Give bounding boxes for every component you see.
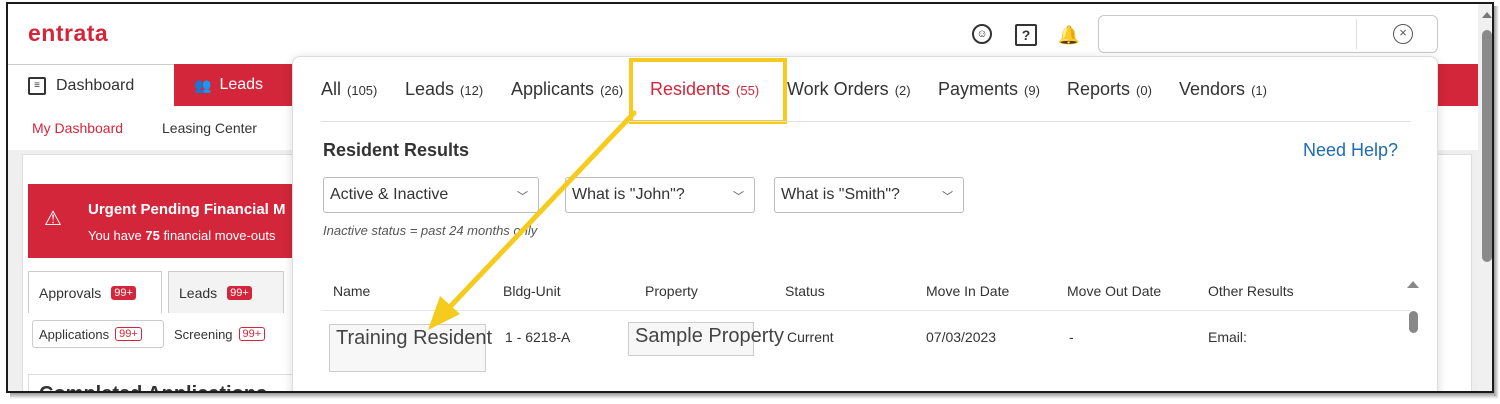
- tab-reports-label: Reports: [1067, 79, 1131, 99]
- residents-tab-highlight: [629, 58, 787, 124]
- column-header-move-in-date[interactable]: Move In Date: [926, 283, 1009, 299]
- tab-work-orders[interactable]: Work Orders (2): [787, 79, 911, 100]
- tab-payments-count: (9): [1024, 83, 1040, 98]
- column-header-other-results[interactable]: Other Results: [1208, 283, 1294, 299]
- dashboard-icon: ≡: [28, 76, 46, 95]
- inactive-status-hint: Inactive status = past 24 months only: [323, 223, 538, 238]
- property-link[interactable]: Sample Property: [628, 322, 784, 356]
- global-search: ×: [1098, 15, 1438, 53]
- tab-vendors-count: (1): [1251, 83, 1267, 98]
- column-header-property[interactable]: Property: [645, 283, 698, 299]
- urgent-text-pre: You have: [88, 228, 146, 243]
- last-name-placeholder: What is "Smith"?: [781, 186, 900, 203]
- column-header-bldg-unit[interactable]: Bldg-Unit: [503, 283, 561, 299]
- tabs-divider: [321, 121, 1411, 122]
- approvals-count-badge: 99+: [111, 285, 136, 300]
- urgent-alert-banner[interactable]: ⚠ Urgent Pending Financial M You have 75…: [28, 184, 298, 258]
- tab-reports-count: (0): [1136, 83, 1152, 98]
- window-scrollbar[interactable]: [1478, 4, 1492, 391]
- tab-leads[interactable]: Leads 99+: [168, 271, 284, 313]
- app-window: entrata ☺ ? 🔔 × ≡ Dashboard 👥 Leads My D…: [6, 2, 1494, 393]
- tab-vendors[interactable]: Vendors (1): [1179, 79, 1267, 100]
- entrata-logo[interactable]: entrata: [28, 20, 108, 47]
- tab-approvals-label: Approvals: [39, 284, 102, 301]
- subnav-my-dashboard[interactable]: My Dashboard: [32, 120, 123, 136]
- chevron-down-icon: ﹀: [733, 191, 744, 203]
- subnav-leasing-center[interactable]: Leasing Center: [162, 120, 257, 136]
- clear-search-icon[interactable]: ×: [1393, 24, 1413, 44]
- user-account-icon[interactable]: ☺: [972, 24, 992, 44]
- screening-count-badge: 99+: [238, 327, 266, 341]
- chevron-down-icon: ﹀: [942, 191, 953, 203]
- cell-move-in-date: 07/03/2023: [926, 329, 997, 345]
- urgent-text-post: financial move-outs: [159, 228, 276, 243]
- tab-leads-label: Leads: [179, 284, 218, 301]
- status-filter-select[interactable]: Active & Inactive ﹀: [323, 177, 539, 213]
- applications-count-badge: 99+: [115, 327, 142, 341]
- cell-bldg-unit: 1 - 6218-A: [505, 329, 571, 345]
- tab-all-label: All: [321, 79, 342, 99]
- chip-applications-label: Applications: [39, 326, 110, 342]
- window-scroll-up-icon[interactable]: [1482, 12, 1492, 18]
- need-help-link[interactable]: Need Help?: [1303, 140, 1398, 161]
- urgent-alert-title: Urgent Pending Financial M: [88, 201, 286, 218]
- tab-leads-results-label: Leads: [405, 79, 455, 99]
- last-name-filter[interactable]: What is "Smith"? ﹀: [774, 177, 964, 213]
- column-header-move-out-date[interactable]: Move Out Date: [1067, 283, 1161, 299]
- frame-shadow-right: [1494, 6, 1499, 396]
- tab-approvals[interactable]: Approvals 99+: [28, 271, 162, 313]
- tab-vendors-label: Vendors: [1179, 79, 1246, 99]
- resident-name-link[interactable]: Training Resident: [329, 324, 492, 372]
- notification-bell-icon[interactable]: 🔔: [1058, 24, 1080, 46]
- frame-shadow-bottom: [10, 393, 1498, 399]
- status-filter-value: Active & Inactive: [330, 186, 449, 203]
- first-name-placeholder: What is "John"?: [572, 186, 685, 203]
- nav-leads-label: Leads: [219, 76, 264, 93]
- tab-all-count: (105): [347, 83, 378, 98]
- tab-payments-label: Payments: [938, 79, 1019, 99]
- tab-work-orders-label: Work Orders: [787, 79, 889, 99]
- search-results-popup: All (105) Leads (12) Applicants (26) Reside…: [292, 56, 1438, 391]
- filter-screening[interactable]: Screening 99+: [168, 320, 278, 348]
- nav-item-dashboard[interactable]: ≡ Dashboard: [8, 64, 174, 106]
- leads-count-badge: 99+: [227, 285, 252, 300]
- urgent-count: 75: [145, 228, 160, 243]
- table-header-divider: [321, 310, 1411, 311]
- first-name-filter[interactable]: What is "John"? ﹀: [565, 177, 755, 213]
- global-search-input[interactable]: [1105, 19, 1357, 49]
- nav-item-leads[interactable]: 👥 Leads: [194, 64, 263, 106]
- tab-applicants[interactable]: Applicants (26): [511, 79, 623, 100]
- filter-applications[interactable]: Applications 99+: [32, 320, 164, 348]
- completed-applications-heading: Completed Applications: [28, 374, 298, 391]
- people-icon: 👥: [194, 76, 212, 93]
- cell-other-results: Email:: [1208, 329, 1247, 345]
- tab-all[interactable]: All (105): [321, 79, 377, 100]
- tab-reports[interactable]: Reports (0): [1067, 79, 1152, 100]
- chip-screening-label: Screening: [174, 326, 233, 342]
- results-scroll-up-icon[interactable]: [1407, 281, 1419, 288]
- cell-move-out-date: -: [1069, 329, 1074, 345]
- help-icon[interactable]: ?: [1015, 24, 1037, 46]
- window-scrollbar-thumb[interactable]: [1482, 30, 1492, 262]
- tab-leads-results[interactable]: Leads (12): [405, 79, 483, 100]
- tab-applicants-label: Applicants: [511, 79, 595, 99]
- column-header-status[interactable]: Status: [785, 283, 825, 299]
- tab-applicants-count: (26): [600, 83, 624, 98]
- tab-payments[interactable]: Payments (9): [938, 79, 1040, 100]
- warning-icon: ⚠: [44, 208, 62, 230]
- section-title: Resident Results: [323, 140, 470, 160]
- nav-dashboard-label: Dashboard: [56, 76, 135, 94]
- urgent-alert-text: You have 75 financial move-outs: [88, 228, 275, 243]
- column-header-name[interactable]: Name: [333, 283, 370, 299]
- cell-status: Current: [787, 329, 834, 345]
- results-scrollbar-thumb[interactable]: [1409, 311, 1418, 333]
- tab-leads-results-count: (12): [460, 83, 484, 98]
- chevron-down-icon: ﹀: [517, 191, 528, 203]
- tab-work-orders-count: (2): [894, 83, 911, 98]
